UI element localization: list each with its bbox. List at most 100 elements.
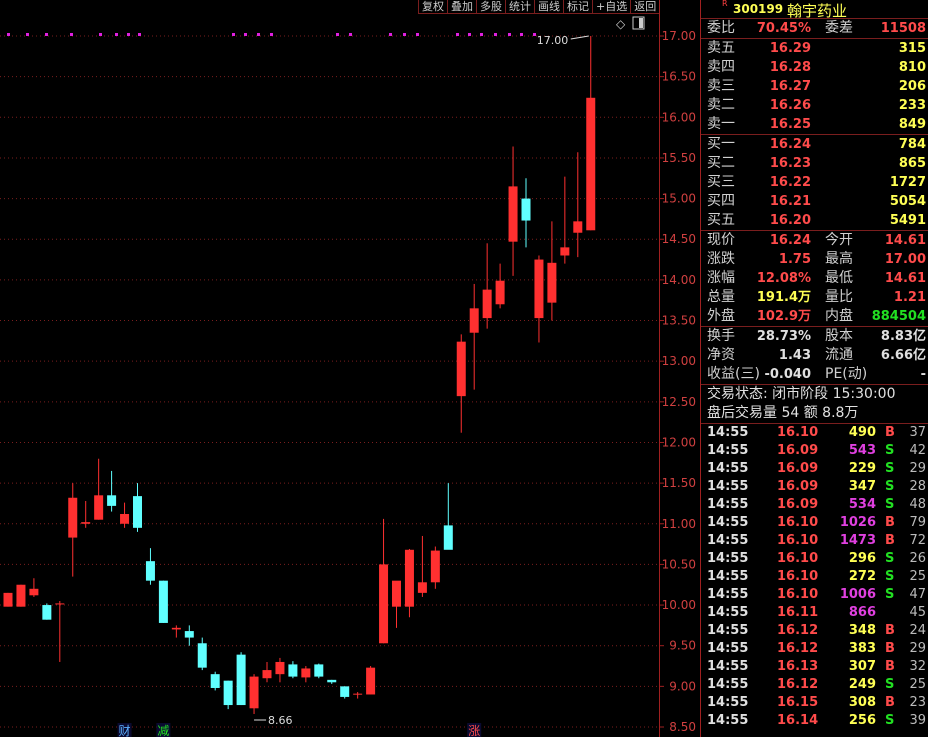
tick-row[interactable]: 14:55 16.09 534 S 48: [701, 496, 928, 514]
toolbar-button[interactable]: +自选: [592, 0, 631, 14]
tick-row[interactable]: 14:55 16.12 249 S 25: [701, 676, 928, 694]
candle-body: [288, 664, 298, 677]
tick-row[interactable]: 14:55 16.14 256 S 39: [701, 712, 928, 730]
tick-row[interactable]: 14:55 16.10 1473 B 72: [701, 532, 928, 550]
finance-label: 净资: [707, 347, 735, 363]
toolbar-button[interactable]: 返回: [630, 0, 660, 14]
tick-price: 16.09: [777, 479, 819, 494]
candle-body: [42, 605, 52, 620]
tick-volume: 1006: [839, 587, 876, 602]
tick-time: 14:55: [707, 569, 749, 584]
tick-price: 16.15: [777, 695, 819, 710]
candle-body: [16, 584, 26, 607]
sell-label: 卖四: [707, 59, 735, 75]
quote-row: 涨幅 12.08% 最低 14.61: [701, 269, 928, 288]
tick-list[interactable]: 14:55 16.10 490 B 37 14:55 16.09 543 S 42 14:55 16.…: [701, 424, 928, 730]
tick-count: 25: [909, 569, 926, 584]
tick-row[interactable]: 14:55 16.12 383 B 29: [701, 640, 928, 658]
tick-price: 16.09: [777, 443, 819, 458]
buy-price: 16.23: [769, 156, 811, 171]
tick-time: 14:55: [707, 533, 749, 548]
quote-value: 14.61: [884, 233, 926, 248]
tick-time: 14:55: [707, 677, 749, 692]
toolbar-button[interactable]: 复权: [418, 0, 447, 14]
toolbar-button[interactable]: 叠加: [447, 0, 476, 14]
kline-chart[interactable]: 17.00 16.50 16.00 15.50 15.00 14.50 14.00 13.50…: [0, 0, 700, 737]
tick-row[interactable]: 14:55 16.09 229 S 29: [701, 460, 928, 478]
sell-row: 卖一 16.25 849: [701, 115, 928, 134]
tick-count: 29: [909, 461, 926, 476]
tick-price: 16.10: [777, 569, 819, 584]
tick-row[interactable]: 14:55 16.11 866 45: [701, 604, 928, 622]
buy-label: 买三: [707, 174, 735, 190]
tick-volume: 490: [848, 425, 876, 440]
tick-side: B: [885, 641, 895, 656]
candle-body: [301, 668, 311, 678]
low-price-label: 8.66: [268, 714, 293, 727]
candle-body: [495, 280, 505, 305]
tick-side: B: [885, 695, 895, 710]
y-tick-label: 11.50: [662, 476, 696, 490]
toolbar-button[interactable]: 多股: [476, 0, 505, 14]
tick-row[interactable]: 14:55 16.09 543 S 42: [701, 442, 928, 460]
candle-body: [534, 259, 544, 319]
tick-volume: 256: [848, 713, 876, 728]
tick-row[interactable]: 14:55 16.10 490 B 37: [701, 424, 928, 442]
candle-body: [145, 561, 155, 581]
finance-stats: 换手 28.73% 股本 8.83亿 净资 1.43 流通 6.66亿 收益(三) -0.040 P…: [701, 327, 928, 385]
tick-row[interactable]: 14:55 16.15 308 B 23: [701, 694, 928, 712]
chart-toolbar: 复权 叠加 多股 统计 画线 标记 +自选 返回: [418, 0, 700, 14]
tick-row[interactable]: 14:55 16.10 1026 B 79: [701, 514, 928, 532]
weibi-value: 70.45%: [756, 21, 811, 36]
kline-svg[interactable]: 17.00 16.50 16.00 15.50 15.00 14.50 14.00 13.50…: [0, 0, 700, 737]
tick-row[interactable]: 14:55 16.10 1006 S 47: [701, 586, 928, 604]
toolbar-button[interactable]: 画线: [534, 0, 563, 14]
candle-body: [68, 497, 78, 538]
sell-label: 卖二: [707, 97, 735, 113]
quote-value: 17.00: [884, 252, 926, 267]
candle-body: [133, 496, 142, 528]
finance-label: 换手: [707, 328, 735, 344]
candle-body: [327, 679, 337, 683]
indicator-dot: [480, 33, 483, 36]
tick-count: 72: [909, 533, 926, 548]
tick-price: 16.10: [777, 425, 819, 440]
tick-price: 16.10: [777, 551, 819, 566]
stock-header: R 300199 翰宇药业: [701, 0, 928, 21]
candle-body: [379, 564, 389, 644]
candle-body: [249, 676, 259, 709]
tick-price: 16.11: [777, 605, 819, 620]
tick-row[interactable]: 14:55 16.12 348 B 24: [701, 622, 928, 640]
tick-side: S: [885, 461, 895, 476]
tick-row[interactable]: 14:55 16.09 347 S 28: [701, 478, 928, 496]
indicator-dot: [127, 33, 130, 36]
y-tick-label: 14.00: [662, 273, 696, 287]
tick-price: 16.13: [777, 659, 819, 674]
finance-label: 收益(三): [707, 366, 760, 382]
stock-code[interactable]: 300199: [733, 2, 783, 16]
finance-value: -: [920, 367, 926, 382]
candle-body: [366, 667, 376, 695]
buy-volume: 784: [898, 137, 926, 152]
buy-volume: 865: [898, 156, 926, 171]
sell-volume: 810: [898, 60, 926, 75]
tick-row[interactable]: 14:55 16.10 272 S 25: [701, 568, 928, 586]
tick-row[interactable]: 14:55 16.10 296 S 26: [701, 550, 928, 568]
stock-name[interactable]: 翰宇药业: [787, 0, 847, 21]
tick-count: 29: [909, 641, 926, 656]
toolbar-button[interactable]: 统计: [505, 0, 534, 14]
candle-body: [573, 221, 583, 233]
tick-side: B: [885, 515, 895, 530]
finance-label: PE(动): [825, 366, 868, 382]
finance-value: 6.66亿: [880, 348, 926, 363]
tick-count: 39: [909, 713, 926, 728]
tick-price: 16.09: [777, 497, 819, 512]
finance-value: -0.040: [764, 367, 811, 382]
tick-row[interactable]: 14:55 16.13 307 B 32: [701, 658, 928, 676]
toolbar-button[interactable]: 标记: [563, 0, 592, 14]
tick-volume: 307: [848, 659, 876, 674]
tick-volume: 383: [848, 641, 876, 656]
y-tick-label: 15.50: [662, 151, 696, 165]
quote-value: 1.21: [893, 290, 926, 305]
buy-row: 买三 16.22 1727: [701, 173, 928, 192]
